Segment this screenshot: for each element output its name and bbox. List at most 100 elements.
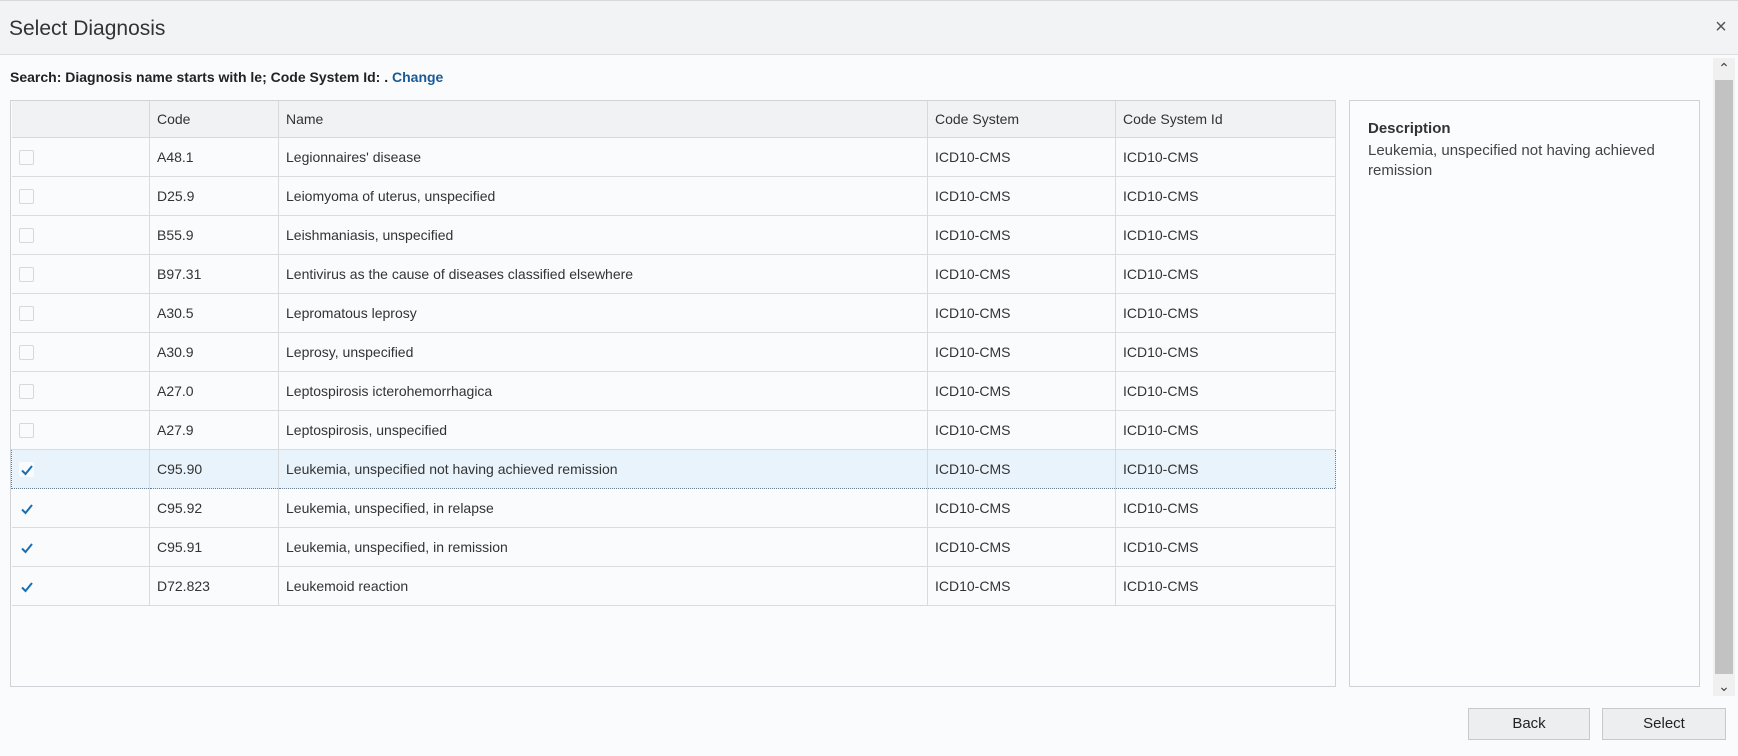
unchecked-checkbox[interactable] [18, 266, 34, 282]
code-system-id-cell: ICD10-CMS [1115, 293, 1336, 333]
unchecked-checkbox[interactable] [18, 422, 34, 438]
code-cell: A30.9 [149, 332, 279, 372]
code-system-cell: ICD10-CMS [927, 254, 1116, 294]
code-cell: D72.823 [149, 566, 279, 606]
code-column-header[interactable]: Code [149, 101, 279, 138]
table-row[interactable]: C95.91 Leukemia, unspecified, in remissio… [11, 527, 1336, 567]
code-cell: B97.31 [149, 254, 279, 294]
close-icon[interactable]: × [1712, 17, 1730, 37]
unchecked-checkbox[interactable] [18, 188, 34, 204]
row-checkbox-cell [11, 137, 150, 177]
scrollbar-thumb[interactable] [1715, 80, 1733, 674]
code-system-cell: ICD10-CMS [927, 527, 1116, 567]
row-checkbox-cell [11, 566, 150, 606]
code-system-cell: ICD10-CMS [927, 449, 1116, 489]
code-cell: A27.9 [149, 410, 279, 450]
select-button[interactable]: Select [1602, 708, 1726, 740]
checkmark-icon [21, 464, 33, 475]
name-cell: Leukemia, unspecified, in relapse [278, 488, 928, 528]
unchecked-checkbox[interactable] [18, 383, 34, 399]
description-title: Description [1368, 120, 1451, 137]
code-system-cell: ICD10-CMS [927, 488, 1116, 528]
name-cell: Leukemoid reaction [278, 566, 928, 606]
code-cell: A48.1 [149, 137, 279, 177]
checkmark-icon [20, 542, 33, 553]
code-cell: C95.90 [149, 449, 279, 489]
code-cell: C95.92 [149, 488, 279, 528]
unchecked-checkbox[interactable] [18, 305, 34, 321]
table-row[interactable]: A30.5 Lepromatous leprosy ICD10-CMS ICD10-C… [11, 293, 1336, 333]
name-column-header[interactable]: Name [278, 101, 928, 138]
name-cell: Legionnaires' disease [278, 137, 928, 177]
description-panel: Description Leukemia, unspecified not ha… [1349, 100, 1700, 687]
row-checkbox-cell [11, 254, 150, 294]
unchecked-checkbox[interactable] [18, 227, 34, 243]
back-button[interactable]: Back [1468, 708, 1590, 740]
unchecked-checkbox[interactable] [18, 149, 34, 165]
code-system-cell: ICD10-CMS [927, 137, 1116, 177]
table-row[interactable]: C95.92 Leukemia, unspecified, in relapse I… [11, 488, 1336, 528]
code-system-cell: ICD10-CMS [927, 293, 1116, 333]
row-checkbox-cell [11, 215, 150, 255]
name-cell: Lentivirus as the cause of diseases clas… [278, 254, 928, 294]
code-system-id-cell: ICD10-CMS [1115, 137, 1336, 177]
dialog-titlebar: Select Diagnosis × [0, 0, 1738, 55]
code-cell: B55.9 [149, 215, 279, 255]
row-checkbox-cell [11, 332, 150, 372]
code-system-id-cell: ICD10-CMS [1115, 566, 1336, 606]
code-system-id-cell: ICD10-CMS [1115, 527, 1336, 567]
code-system-column-header[interactable]: Code System [927, 101, 1116, 138]
table-row[interactable]: A27.9 Leptospirosis, unspecified ICD10-CMS… [11, 410, 1336, 450]
table-row[interactable]: D72.823 Leukemoid reaction ICD10-CMS ICD10-… [11, 566, 1336, 606]
name-cell: Leptospirosis, unspecified [278, 410, 928, 450]
checked-checkbox[interactable] [18, 500, 34, 516]
checkmark-icon [20, 581, 33, 592]
table-row[interactable]: C95.90 Leukemia, unspecified not having a… [11, 449, 1336, 489]
row-checkbox-cell [11, 449, 150, 489]
row-checkbox-cell [11, 488, 150, 528]
checked-checkbox[interactable] [19, 461, 34, 477]
select-column-header [11, 101, 150, 138]
code-cell: A30.5 [149, 293, 279, 333]
vertical-scrollbar[interactable]: ⌃ ⌄ [1713, 58, 1735, 696]
code-system-id-cell: ICD10-CMS [1115, 410, 1336, 450]
row-checkbox-cell [11, 371, 150, 411]
code-system-cell: ICD10-CMS [927, 566, 1116, 606]
name-cell: Leishmaniasis, unspecified [278, 215, 928, 255]
code-system-cell: ICD10-CMS [927, 371, 1116, 411]
name-cell: Leiomyoma of uterus, unspecified [278, 176, 928, 216]
code-system-id-cell: ICD10-CMS [1115, 332, 1336, 372]
unchecked-checkbox[interactable] [18, 344, 34, 360]
table-row[interactable]: B97.31 Lentivirus as the cause of disease… [11, 254, 1336, 294]
table-row[interactable]: A30.9 Leprosy, unspecified ICD10-CMS ICD10-… [11, 332, 1336, 372]
search-criteria: Search: Diagnosis name starts with le; C… [10, 69, 392, 85]
scroll-down-icon[interactable]: ⌄ [1713, 676, 1735, 696]
table-row[interactable]: D25.9 Leiomyoma of uterus, unspecified ICD… [11, 176, 1336, 216]
scroll-up-icon[interactable]: ⌃ [1713, 58, 1735, 78]
code-system-cell: ICD10-CMS [927, 215, 1116, 255]
table-header-row: Code Name Code System Code System Id [11, 101, 1336, 138]
diagnosis-table: Code Name Code System Code System Id A48… [10, 100, 1336, 687]
code-system-id-column-header[interactable]: Code System Id [1115, 101, 1336, 138]
code-system-cell: ICD10-CMS [927, 332, 1116, 372]
code-cell: C95.91 [149, 527, 279, 567]
code-system-id-cell: ICD10-CMS [1115, 488, 1336, 528]
name-cell: Lepromatous leprosy [278, 293, 928, 333]
name-cell: Leukemia, unspecified not having achieve… [278, 449, 928, 489]
name-cell: Leprosy, unspecified [278, 332, 928, 372]
row-checkbox-cell [11, 293, 150, 333]
row-checkbox-cell [11, 410, 150, 450]
table-row[interactable]: A48.1 Legionnaires' disease ICD10-CMS ICD10… [11, 137, 1336, 177]
code-system-id-cell: ICD10-CMS [1115, 449, 1336, 489]
checkmark-icon [20, 503, 33, 514]
checked-checkbox[interactable] [18, 539, 34, 555]
name-cell: Leukemia, unspecified, in remission [278, 527, 928, 567]
code-system-id-cell: ICD10-CMS [1115, 215, 1336, 255]
row-checkbox-cell [11, 527, 150, 567]
checked-checkbox[interactable] [18, 578, 34, 594]
table-row[interactable]: B55.9 Leishmaniasis, unspecified ICD10-CMS… [11, 215, 1336, 255]
table-row[interactable]: A27.0 Leptospirosis icterohemorrhagica ICD… [11, 371, 1336, 411]
change-search-link[interactable]: Change [392, 69, 443, 85]
code-system-cell: ICD10-CMS [927, 410, 1116, 450]
code-cell: D25.9 [149, 176, 279, 216]
